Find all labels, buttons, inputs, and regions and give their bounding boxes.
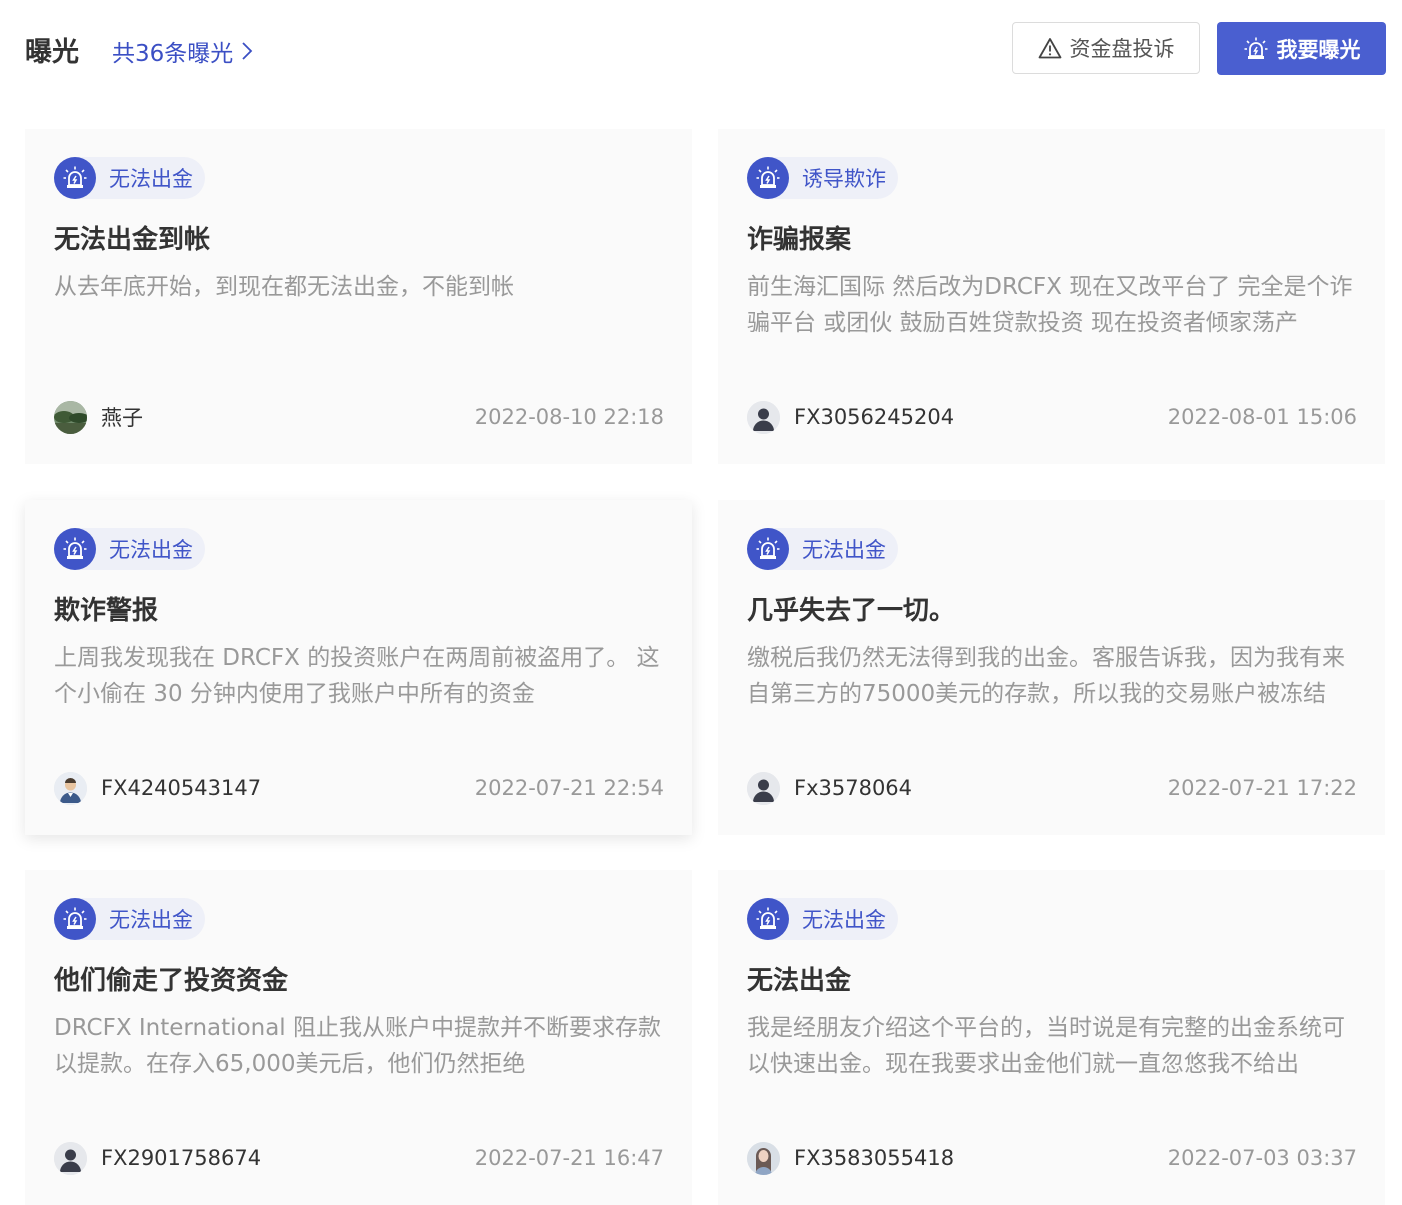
card-title: 欺诈警报 [54,596,159,626]
card-excerpt: 我是经朋友介绍这个平台的，当时说是有完整的出金系统可以快速出金。现在我要求出金他… [747,1015,1345,1077]
category-label: 无法出金 [802,538,886,562]
category-tag: 无法出金 [747,898,898,940]
siren-icon [747,898,789,940]
card-excerpt: 缴税后我仍然无法得到我的出金。客服告诉我，因为我有来自第三方的75000美元的存… [747,645,1345,707]
category-label: 诱导欺诈 [802,167,886,191]
card-footer: FX2901758674 2022-07-21 16:47 [54,1140,664,1176]
category-tag: 无法出金 [747,528,898,570]
siren-icon [747,528,789,570]
complaint-button-label: 资金盘投诉 [1069,37,1175,61]
exposure-count-link[interactable]: 共36条曝光 [112,34,253,68]
card-title: 无法出金到帐 [54,225,211,255]
category-tag: 无法出金 [54,157,205,199]
post-date: 2022-07-03 03:37 [1167,1146,1357,1170]
author-name: Fx3578064 [794,776,913,800]
card-title: 无法出金 [747,966,852,996]
category-label: 无法出金 [802,908,886,932]
card-title: 几乎失去了一切。 [747,596,956,626]
post-date: 2022-08-10 22:18 [474,405,664,429]
exposure-count-label: 共36条曝光 [112,41,234,67]
exposure-card[interactable]: 无法出金 无法出金 我是经朋友介绍这个平台的，当时说是有完整的出金系统可以快速出… [718,870,1385,1205]
exposure-card[interactable]: 诱导欺诈 诈骗报案 前生海汇国际 然后改为DRCFX 现在又改平台了 完全是个诈… [718,129,1385,464]
category-label: 无法出金 [109,167,193,191]
default-user-avatar [747,771,780,805]
author-name: FX3056245204 [794,405,955,429]
card-excerpt: 上周我发现我在 DRCFX 的投资账户在两周前被盗用了。 这个小偷在 30 分钟… [54,645,660,707]
exposure-card[interactable]: 无法出金 几乎失去了一切。 缴税后我仍然无法得到我的出金。客服告诉我，因为我有来… [718,500,1385,835]
siren-icon [747,157,789,199]
author-name: 燕子 [101,406,143,430]
card-footer: FX3056245204 2022-08-01 15:06 [747,399,1357,435]
exposure-card[interactable]: 无法出金 无法出金到帐 从去年底开始，到现在都无法出金，不能到帐 燕子 2022… [25,129,692,464]
author-name: FX3583055418 [794,1146,955,1170]
siren-icon [54,528,96,570]
category-tag: 无法出金 [54,898,205,940]
card-excerpt: DRCFX International 阻止我从账户中提款并不断要求存款以提款。… [54,1015,662,1077]
page-title: 曝光 [25,37,79,68]
card-excerpt: 前生海汇国际 然后改为DRCFX 现在又改平台了 完全是个诈骗平台 或团伙 鼓励… [747,274,1353,336]
category-tag: 无法出金 [54,528,205,570]
woman-photo-avatar [747,1141,780,1175]
expose-button-label: 我要曝光 [1276,37,1361,62]
post-date: 2022-07-21 22:54 [474,776,664,800]
warning-icon [1038,38,1061,59]
exposure-card[interactable]: 无法出金 欺诈警报 上周我发现我在 DRCFX 的投资账户在两周前被盗用了。 这… [25,500,692,835]
post-date: 2022-08-01 15:06 [1167,405,1357,429]
default-user-avatar [747,400,780,434]
siren-icon [54,898,96,940]
card-excerpt: 从去年底开始，到现在都无法出金，不能到帐 [54,274,514,300]
card-title: 诈骗报案 [747,225,852,255]
category-tag: 诱导欺诈 [747,157,898,199]
landscape-photo-avatar [54,400,87,434]
siren-icon [54,157,96,199]
man-avatar [54,771,87,805]
siren-icon [1244,37,1267,59]
card-footer: Fx3578064 2022-07-21 17:22 [747,770,1357,806]
exposure-card[interactable]: 无法出金 他们偷走了投资资金 DRCFX International 阻止我从账… [25,870,692,1205]
post-date: 2022-07-21 17:22 [1167,776,1357,800]
default-user-avatar [54,1141,87,1175]
category-label: 无法出金 [109,538,193,562]
card-footer: 燕子 2022-08-10 22:18 [54,399,664,435]
card-footer: FX3583055418 2022-07-03 03:37 [747,1140,1357,1176]
complaint-button[interactable]: 资金盘投诉 [1012,22,1200,74]
post-date: 2022-07-21 16:47 [474,1146,664,1170]
author-name: FX2901758674 [101,1146,262,1170]
category-label: 无法出金 [109,908,193,932]
card-footer: FX4240543147 2022-07-21 22:54 [54,770,664,806]
card-title: 他们偷走了投资资金 [54,966,289,996]
page-header: 曝光 共36条曝光 资金盘投诉 我要曝光 [0,0,1402,100]
author-name: FX4240543147 [101,776,262,800]
chevron-right-icon [242,42,253,60]
expose-button[interactable]: 我要曝光 [1217,22,1386,75]
